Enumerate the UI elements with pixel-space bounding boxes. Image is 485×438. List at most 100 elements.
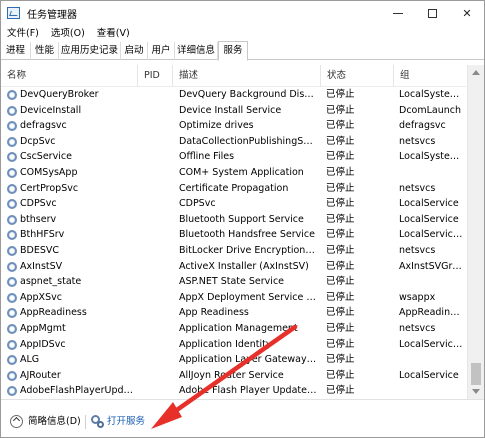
service-group: AppReadiness xyxy=(399,307,465,319)
service-row[interactable]: CscService Offline Files 已停止 LocalSystem... xyxy=(1,149,467,165)
tab-bar: 进程 性能 应用历史记录 启动 用户 详细信息 服务 xyxy=(1,41,484,61)
service-row[interactable]: AdobeFlashPlayerUpdat... Adobe Flash Play… xyxy=(1,383,467,397)
service-status: 已停止 xyxy=(326,369,355,381)
service-group: DcomLaunch xyxy=(399,104,462,116)
service-row[interactable]: CDPSvc CDPSvc 已停止 LocalService xyxy=(1,196,467,212)
tab-processes[interactable]: 进程 xyxy=(1,42,31,60)
service-gear-icon xyxy=(7,355,17,366)
chevron-up-icon[interactable] xyxy=(10,415,23,428)
service-status: 已停止 xyxy=(326,135,355,147)
service-name: DeviceInstall xyxy=(20,104,82,116)
service-row[interactable]: DcpSvc DataCollectionPublishingServi... 已停… xyxy=(1,134,467,150)
service-group: LocalSystem... xyxy=(399,151,465,163)
services-list: DevQueryBroker DevQuery Background Disco.… xyxy=(1,87,467,397)
task-manager-icon xyxy=(7,7,20,19)
service-group: netsvcs xyxy=(399,323,436,334)
service-description: DevQuery Background Disco... xyxy=(179,89,317,100)
service-row[interactable]: BDESVC BitLocker Drive Encryption Se... 已停… xyxy=(1,243,467,259)
column-header-name[interactable]: 名称 xyxy=(1,65,138,86)
service-row[interactable]: AppIDSvc Application Identity 已停止 LocalServ… xyxy=(1,337,467,353)
service-row[interactable]: CertPropSvc Certificate Propagation 已停止 net… xyxy=(1,181,467,197)
tab-app-history[interactable]: 应用历史记录 xyxy=(59,42,121,60)
service-name: CertPropSvc xyxy=(20,182,79,194)
tab-details[interactable]: 详细信息 xyxy=(175,42,218,60)
service-row[interactable]: COMSysApp COM+ System Application 已停止 xyxy=(1,165,467,181)
service-name: aspnet_state xyxy=(20,276,82,288)
service-status: 已停止 xyxy=(326,276,355,288)
service-group: wsappx xyxy=(399,291,436,303)
column-header-description[interactable]: 描述 xyxy=(173,65,321,86)
service-row[interactable]: bthserv Bluetooth Support Service 已停止 Local… xyxy=(1,212,467,228)
status-bar: 简略信息(D) 打开服务 xyxy=(1,399,484,437)
service-description: AppX Deployment Service (A... xyxy=(179,291,317,303)
column-header-status[interactable]: 状态 xyxy=(321,65,394,86)
service-group: netsvcs xyxy=(399,245,436,256)
service-name: DevQueryBroker xyxy=(20,89,99,100)
service-status: 已停止 xyxy=(326,338,355,350)
service-row[interactable]: DeviceInstall Device Install Service 已停止 Dc… xyxy=(1,103,467,119)
service-gear-icon xyxy=(7,183,17,194)
close-icon: ✕ xyxy=(462,6,472,20)
service-name: AppReadiness xyxy=(20,307,87,319)
service-name: AxInstSV xyxy=(20,260,63,272)
tab-users[interactable]: 用户 xyxy=(148,42,175,60)
service-description: COM+ System Application xyxy=(179,167,304,178)
service-group: LocalService... xyxy=(399,338,465,350)
service-group: netsvcs xyxy=(399,182,436,194)
service-group: defragsvc xyxy=(399,120,446,132)
column-header-pid[interactable]: PID xyxy=(138,65,173,86)
service-name: BDESVC xyxy=(20,245,59,256)
service-name: COMSysApp xyxy=(20,167,78,178)
service-name: ALG xyxy=(20,354,40,366)
service-status: 已停止 xyxy=(326,198,355,210)
service-gear-icon xyxy=(7,105,17,116)
service-gear-icon xyxy=(7,246,17,256)
service-row[interactable]: defragsvc Optimize drives 已停止 defragsvc xyxy=(1,118,467,134)
services-gear-icon[interactable] xyxy=(91,415,104,428)
title-bar[interactable]: 任务管理器 ✕ xyxy=(1,1,484,25)
service-description: CDPSvc xyxy=(179,198,216,210)
scroll-up-icon[interactable] xyxy=(472,70,480,75)
service-row[interactable]: BthHFSrv Bluetooth Handsfree Service 已停止 Lo… xyxy=(1,227,467,243)
close-button[interactable]: ✕ xyxy=(450,1,484,25)
scroll-down-icon[interactable] xyxy=(472,389,480,394)
service-row[interactable]: ALG Application Layer Gateway Se... 已停止 xyxy=(1,352,467,368)
service-description: Device Install Service xyxy=(179,104,282,116)
divider xyxy=(85,415,86,429)
service-status: 已停止 xyxy=(326,182,355,194)
maximize-button[interactable] xyxy=(415,1,449,25)
column-header-group[interactable]: 组 xyxy=(394,65,467,86)
service-description: ASP.NET State Service xyxy=(179,276,285,288)
service-name: AJRouter xyxy=(20,369,61,381)
service-group: LocalService xyxy=(399,369,459,381)
open-services-link[interactable]: 打开服务 xyxy=(107,414,145,430)
service-row[interactable]: AppReadiness App Readiness 已停止 AppReadiness xyxy=(1,305,467,321)
service-row[interactable]: DevQueryBroker DevQuery Background Disco.… xyxy=(1,87,467,103)
service-row[interactable]: aspnet_state ASP.NET State Service 已停止 xyxy=(1,274,467,290)
vertical-scrollbar[interactable] xyxy=(467,65,484,399)
minimize-icon xyxy=(393,12,403,14)
service-group: LocalService xyxy=(399,198,459,210)
service-name: AppXSvc xyxy=(20,291,62,303)
tab-startup[interactable]: 启动 xyxy=(121,42,148,60)
service-status: 已停止 xyxy=(326,354,355,366)
service-description: Adobe Flash Player Update S... xyxy=(179,385,317,397)
service-description: Certificate Propagation xyxy=(179,182,289,194)
minimize-button[interactable] xyxy=(381,1,415,25)
service-group: LocalSystem... xyxy=(399,89,465,100)
service-row[interactable]: AppXSvc AppX Deployment Service (A... 已停止 w… xyxy=(1,290,467,306)
service-name: BthHFSrv xyxy=(20,229,65,241)
service-row[interactable]: AJRouter AllJoyn Router Service 已停止 LocalSe… xyxy=(1,368,467,384)
service-status: 已停止 xyxy=(326,385,355,397)
tab-performance[interactable]: 性能 xyxy=(31,42,59,60)
window-title: 任务管理器 xyxy=(27,10,77,21)
service-row[interactable]: AxInstSV ActiveX Installer (AxInstSV) 已停止 A… xyxy=(1,259,467,275)
service-name: AppMgmt xyxy=(20,323,66,334)
tab-services[interactable]: 服务 xyxy=(218,41,248,61)
service-description: BitLocker Drive Encryption Se... xyxy=(179,245,317,256)
service-row[interactable]: AppMgmt Application Management 已停止 netsvcs xyxy=(1,321,467,337)
brief-info-button[interactable]: 简略信息(D) xyxy=(28,414,81,430)
service-name: DcpSvc xyxy=(20,135,56,147)
service-gear-icon xyxy=(7,90,17,100)
scroll-thumb[interactable] xyxy=(471,363,481,385)
